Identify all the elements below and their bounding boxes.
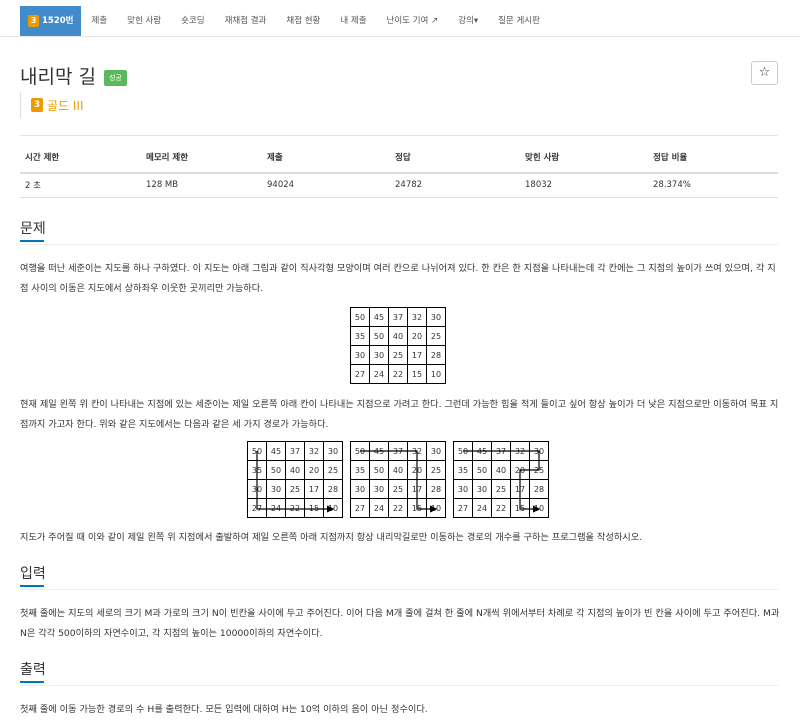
col-header-submissions: 제출 — [262, 149, 390, 174]
tier-icon: 3 — [31, 98, 43, 112]
nav-tab-status[interactable]: 채점 현황 — [276, 6, 330, 36]
submissions-value: 94024 — [262, 173, 390, 198]
input-paragraph: 첫째 줄에는 지도의 세로의 크기 M과 가로의 크기 N이 빈칸을 사이에 두… — [20, 608, 780, 639]
nav-tab-short-coding[interactable]: 숏코딩 — [171, 6, 214, 36]
grid-row: 35 50 40 20 25 — [350, 326, 446, 346]
problem-nav: 3 1520번 제출 맞힌 사람 숏코딩 재채점 결과 채점 현황 내 제출 난… — [20, 6, 550, 36]
nav-tab-solvers[interactable]: 맞힌 사람 — [117, 6, 171, 36]
table-header-row: 시간 제한 메모리 제한 제출 정답 맞힌 사람 정답 비율 — [20, 149, 778, 174]
grid-cell: 20 — [407, 326, 427, 346]
grid-cell: 30 — [350, 345, 370, 365]
grid-cell: 15 — [407, 364, 427, 384]
section-underline — [20, 585, 44, 587]
path-arrows — [463, 450, 541, 513]
col-header-time-limit: 시간 제한 — [20, 149, 141, 174]
grid-cell: 30 — [369, 345, 389, 365]
section-title-description: 문제 — [20, 218, 46, 242]
col-header-solvers: 맞힌 사람 — [520, 149, 648, 174]
grid-row: 30 30 25 17 28 — [350, 345, 446, 365]
section-title-text: 출력 — [20, 662, 46, 678]
problem-header: 내리막 길 성공 — [20, 62, 127, 89]
section-underline — [20, 240, 44, 242]
nav-tab-difficulty[interactable]: 난이도 기여 ↗ — [377, 6, 449, 36]
grid-cell: 28 — [426, 345, 446, 365]
section-title-output: 출력 — [20, 659, 46, 683]
height-map-grid: 50 45 37 32 30 35 50 40 20 25 30 30 25 17 28 27 24 22 15 10 — [350, 307, 446, 384]
grid-row: 50 45 37 32 30 — [350, 307, 446, 327]
section-title-input: 입력 — [20, 563, 46, 587]
grid-cell: 27 — [350, 364, 370, 384]
description-paragraph: 여행을 떠난 세준이는 지도를 하나 구하였다. 이 지도는 아래 그림과 같이… — [20, 263, 776, 294]
divider — [20, 135, 778, 136]
nav-problem-id: 1520번 — [42, 16, 74, 26]
output-paragraph: 첫째 줄에 이동 가능한 경로의 수 H를 출력한다. 모든 입력에 대하여 H… — [20, 704, 428, 715]
nav-tab-lectures[interactable]: 강의▾ — [448, 6, 488, 36]
grid-cell: 25 — [426, 326, 446, 346]
table-row: 2 초 128 MB 94024 24782 18032 28.374% — [20, 173, 778, 198]
path-example-2: 50 45 37 32 30 35 50 40 20 25 30 30 25 17 28 27 24 22 15 10 — [350, 441, 446, 518]
path-arrows — [360, 450, 438, 513]
divider — [20, 589, 778, 590]
grid-cell: 32 — [407, 307, 427, 327]
grid-cell: 45 — [369, 307, 389, 327]
accepted-value: 24782 — [390, 173, 520, 198]
path-arrows — [256, 451, 335, 513]
problem-info-table: 시간 제한 메모리 제한 제출 정답 맞힌 사람 정답 비율 2 초 128 M… — [20, 149, 778, 198]
nav-tab-my-submissions[interactable]: 내 제출 — [330, 6, 376, 36]
nav-divider — [0, 36, 800, 37]
grid-cell: 30 — [426, 307, 446, 327]
section-underline — [20, 681, 44, 683]
nav-tab-problem[interactable]: 3 1520번 — [20, 6, 82, 36]
path-example-1: 50 45 37 32 30 35 50 40 20 25 30 30 25 17 28 27 24 22 15 10 — [247, 441, 343, 518]
time-limit-value: 2 초 — [20, 173, 141, 198]
grid-cell: 25 — [388, 345, 408, 365]
grid-cell: 50 — [350, 307, 370, 327]
nav-tab-submit[interactable]: 제출 — [81, 6, 117, 36]
grid-cell: 24 — [369, 364, 389, 384]
page-title: 내리막 길 — [20, 66, 96, 88]
grid-cell: 10 — [426, 364, 446, 384]
star-icon: ☆ — [758, 65, 771, 80]
solvers-value: 18032 — [520, 173, 648, 198]
grid-cell: 17 — [407, 345, 427, 365]
col-header-ratio: 정답 비율 — [648, 149, 778, 174]
grid-cell: 22 — [388, 364, 408, 384]
grid-row: 27 24 22 15 10 — [350, 364, 446, 384]
memory-limit-value: 128 MB — [141, 173, 262, 198]
divider — [20, 685, 778, 686]
nav-tab-rejudge[interactable]: 재채점 결과 — [215, 6, 277, 36]
section-title-text: 입력 — [20, 566, 46, 582]
grid-cell: 37 — [388, 307, 408, 327]
description-paragraph: 지도가 주어질 때 이와 같이 제일 왼쪽 위 지점에서 출발하여 제일 오른쪽… — [20, 532, 643, 543]
section-title-text: 문제 — [20, 221, 46, 237]
favorite-star-button[interactable]: ☆ — [751, 61, 778, 85]
path-example-3: 50 45 37 32 30 35 50 40 20 25 30 30 25 17 28 27 24 22 15 10 — [453, 441, 549, 518]
status-badge: 성공 — [103, 69, 127, 86]
grid-cell: 50 — [369, 326, 389, 346]
tier-label[interactable]: 3 골드 III — [20, 92, 84, 118]
ratio-value: 28.374% — [648, 173, 778, 198]
description-paragraph: 현재 제일 왼쪽 위 칸이 나타내는 지점에 있는 세준이는 제일 오른쪽 아래… — [20, 399, 779, 430]
grid-cell: 35 — [350, 326, 370, 346]
col-header-accepted: 정답 — [390, 149, 520, 174]
col-header-memory-limit: 메모리 제한 — [141, 149, 262, 174]
tier-text: 골드 III — [47, 98, 84, 113]
divider — [20, 244, 778, 245]
grid-cell: 40 — [388, 326, 408, 346]
tier-icon: 3 — [28, 15, 39, 27]
nav-tab-board[interactable]: 질문 게시판 — [488, 6, 550, 36]
